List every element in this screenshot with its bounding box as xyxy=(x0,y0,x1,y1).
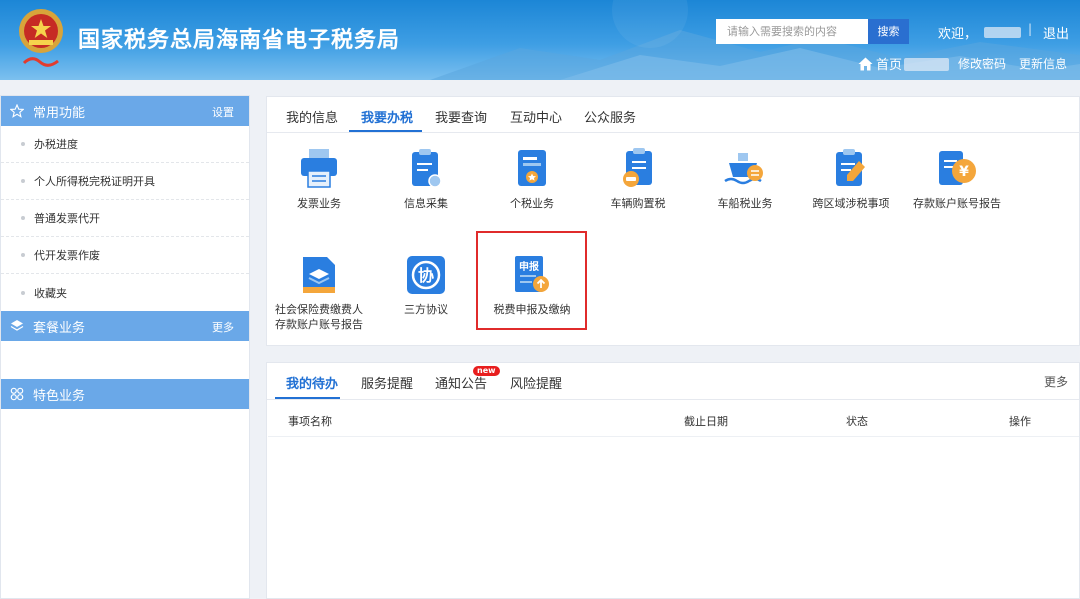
redacted-username xyxy=(984,27,1021,38)
welcome-text: 欢迎， xyxy=(938,27,978,42)
tile-label: 个税业务 xyxy=(510,197,554,210)
common-functions-header: 常用功能 设置 xyxy=(1,96,249,126)
sidebar-item-label: 收藏夹 xyxy=(34,286,67,300)
sidebar-item-label: 代开发票作废 xyxy=(34,249,100,262)
tile-tripartite-agreement[interactable]: 协 三方协议 xyxy=(372,253,480,317)
sidebar-item-label: 办税进度 xyxy=(34,138,78,151)
active-tab-indicator xyxy=(349,130,422,132)
tile-cross-region[interactable]: 跨区域涉税事项 xyxy=(797,147,905,211)
tile-label: 信息采集 xyxy=(404,197,448,210)
sidebar-item-invoice-issue[interactable]: 普通发票代开 xyxy=(1,200,249,237)
tile-label-line2: 存款账户账号报告 xyxy=(275,318,363,331)
tile-vessel-tax[interactable]: 车船税业务 xyxy=(691,147,799,211)
package-title: 套餐业务 xyxy=(33,320,86,336)
svg-text:¥: ¥ xyxy=(959,164,969,180)
tab-interaction[interactable]: 互动中心 xyxy=(510,107,562,126)
package-header: 套餐业务 更多 xyxy=(1,311,249,341)
home-link[interactable]: 首页 xyxy=(858,54,902,73)
tile-label: 车辆购置税 xyxy=(610,197,666,210)
tab-risk-reminder[interactable]: 风险提醒 xyxy=(510,373,562,392)
bullet-icon xyxy=(21,253,25,257)
sidebar-item-favorites[interactable]: 收藏夹 xyxy=(1,274,249,311)
tab-query[interactable]: 我要查询 xyxy=(435,107,487,126)
settings-link[interactable]: 设置 xyxy=(212,104,234,120)
layers-icon xyxy=(9,318,25,334)
active-tab-indicator xyxy=(275,397,340,399)
package-more-link[interactable]: 更多 xyxy=(212,319,234,335)
column-header-deadline: 截止日期 xyxy=(684,415,728,428)
todo-table-header xyxy=(268,403,1079,437)
home-icon xyxy=(858,57,873,70)
tile-social-insurance-account[interactable]: 社会保险费缴费人 存款账户账号报告 xyxy=(265,253,373,332)
bullet-icon xyxy=(21,142,25,146)
bullet-icon xyxy=(21,179,25,183)
sidebar-item-label: 个人所得税完税证明开具 xyxy=(34,175,155,188)
todo-panel: 我的待办 服务提醒 通知公告 new 风险提醒 更多 事项名称 截止日期 状态 … xyxy=(266,362,1080,599)
todo-tabs: 我的待办 服务提醒 通知公告 new 风险提醒 更多 xyxy=(267,363,1079,400)
tile-label: 跨区域涉税事项 xyxy=(812,197,890,210)
tab-public-service[interactable]: 公众服务 xyxy=(584,107,636,126)
site-title[interactable]: 国家税务总局海南省电子税务局 xyxy=(78,22,400,54)
tile-label: 社会保险费缴费人 存款账户账号报告 xyxy=(265,302,373,332)
logout-link[interactable]: 退出 xyxy=(1043,23,1069,42)
national-emblem-logo xyxy=(19,9,63,67)
sidebar-item-tax-certificate[interactable]: 个人所得税完税证明开具 xyxy=(1,163,249,200)
tab-my-info[interactable]: 我的信息 xyxy=(286,107,338,126)
redacted-account xyxy=(904,58,949,71)
bullet-icon xyxy=(21,216,25,220)
tile-vehicle-tax[interactable]: 车辆购置税 xyxy=(584,147,692,211)
sidebar: 常用功能 设置 办税进度 个人所得税完税证明开具 普通发票代开 代开发票作废 收… xyxy=(0,95,250,599)
special-header[interactable]: 特色业务 xyxy=(1,379,249,409)
search-input[interactable]: 请输入需要搜索的内容 xyxy=(716,19,868,44)
column-header-status: 状态 xyxy=(846,415,868,428)
printer-icon xyxy=(301,149,337,188)
clipboard-icon xyxy=(412,149,442,188)
tab-service-reminder[interactable]: 服务提醒 xyxy=(361,373,413,392)
column-header-name: 事项名称 xyxy=(288,415,332,428)
grid-icon xyxy=(9,386,25,402)
tile-label: 车船税业务 xyxy=(717,197,773,210)
column-header-action: 操作 xyxy=(1009,415,1031,428)
ship-icon xyxy=(724,153,763,185)
tile-info-collection[interactable]: 信息采集 xyxy=(372,147,480,211)
star-icon xyxy=(9,103,25,119)
site-header: 国家税务总局海南省电子税务局 请输入需要搜索的内容 搜索 欢迎， | 退出 首页… xyxy=(0,0,1080,80)
sidebar-item-progress[interactable]: 办税进度 xyxy=(1,126,249,163)
highlight-box xyxy=(476,231,587,330)
yen-document-icon: ¥ xyxy=(939,151,976,185)
layers-icon xyxy=(303,257,335,293)
bullet-icon xyxy=(21,290,25,295)
agreement-icon: 协 xyxy=(407,256,445,294)
tile-label-line1: 社会保险费缴费人 xyxy=(275,303,363,316)
car-clipboard-icon xyxy=(623,148,652,187)
sidebar-item-label: 普通发票代开 xyxy=(34,212,100,225)
change-password-link[interactable]: 修改密码 xyxy=(958,55,1006,72)
tile-label: 存款账户账号报告 xyxy=(913,197,1001,210)
search-button[interactable]: 搜索 xyxy=(868,19,909,44)
tab-tax-handling[interactable]: 我要办税 xyxy=(361,107,413,126)
special-title: 特色业务 xyxy=(33,388,86,404)
tile-personal-tax[interactable]: 个税业务 xyxy=(478,147,586,211)
package-empty-area xyxy=(1,341,249,379)
update-info-link[interactable]: 更新信息 xyxy=(1019,55,1067,72)
new-badge: new xyxy=(473,366,500,376)
header-separator: | xyxy=(1028,22,1033,36)
tile-bank-account-report[interactable]: ¥ 存款账户账号报告 xyxy=(903,147,1011,211)
tab-my-todo[interactable]: 我的待办 xyxy=(286,373,338,392)
main-tabs: 我的信息 我要办税 我要查询 互动中心 公众服务 xyxy=(267,97,1079,133)
common-functions-title: 常用功能 xyxy=(33,105,86,121)
todo-more-link[interactable]: 更多 xyxy=(1044,373,1068,390)
tile-label: 三方协议 xyxy=(404,303,448,316)
clipboard-pen-icon xyxy=(836,149,865,186)
home-label: 首页 xyxy=(876,58,903,73)
document-star-icon xyxy=(518,150,546,186)
tile-label: 发票业务 xyxy=(297,197,341,210)
tile-invoice[interactable]: 发票业务 xyxy=(265,147,373,211)
agreement-glyph: 协 xyxy=(418,266,434,285)
sidebar-item-invoice-void[interactable]: 代开发票作废 xyxy=(1,237,249,274)
